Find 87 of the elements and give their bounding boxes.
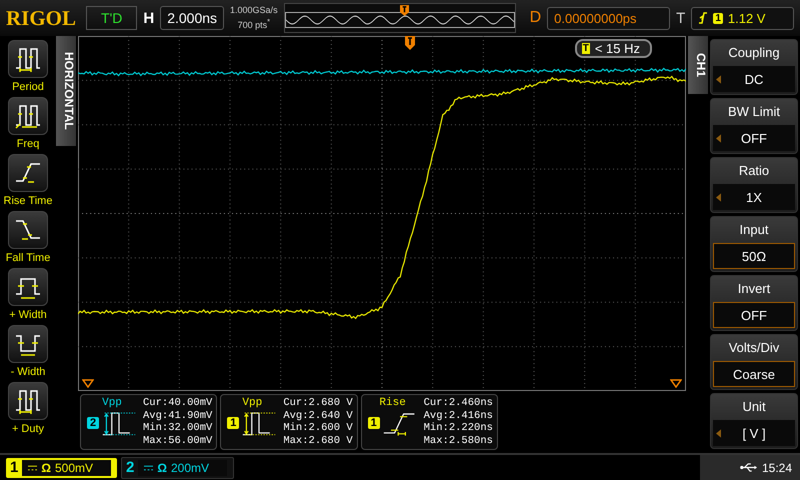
measurement-reading: Cur:2.680 V xyxy=(283,397,353,410)
menu-softkey[interactable]: Coupling DC xyxy=(710,39,798,95)
timebase-value: 2.000ns xyxy=(160,6,224,30)
softkey-title: Volts/Div xyxy=(728,339,780,357)
measure-label: Fall Time xyxy=(6,251,50,266)
measure-label: + Width xyxy=(9,308,47,323)
softkey-value: Coarse xyxy=(733,366,775,382)
measure-button[interactable] xyxy=(8,325,48,363)
measurement-reading: Cur:2.460ns xyxy=(424,397,493,410)
trigger-frequency: < 15 Hz xyxy=(594,41,640,56)
measure-button[interactable] xyxy=(8,268,48,306)
memory-depth: 700 pts$^{*}$ xyxy=(238,16,270,31)
caret-icon xyxy=(716,428,721,438)
trigger-source-badge: 1 xyxy=(713,12,723,24)
measurement-reading: Cur:40.00mV xyxy=(143,397,212,410)
softkey-title: Invert xyxy=(736,280,772,298)
measure-button[interactable] xyxy=(8,40,48,78)
softkey-title: Ratio xyxy=(738,162,770,180)
menu-softkey[interactable]: Volts/Div Coarse xyxy=(710,334,798,390)
softkey-title: Coupling xyxy=(727,44,781,62)
measure-button[interactable] xyxy=(8,154,48,192)
measure-button[interactable] xyxy=(8,97,48,135)
softkey-value: DC xyxy=(744,72,764,86)
channel-badge: 2 xyxy=(86,417,100,429)
trigger-position-icon xyxy=(405,36,415,50)
trigger-level: 1.12 V xyxy=(728,10,766,26)
menu-softkey[interactable]: Input 50Ω xyxy=(710,216,798,272)
softkey-title: Input xyxy=(738,221,770,239)
measure-label: + Duty xyxy=(12,422,44,437)
measurement-reading: Max:56.00mV xyxy=(143,434,212,447)
measurement-reading: Avg:2.416ns xyxy=(424,410,493,422)
measurement-name: Vpp xyxy=(242,397,262,409)
impedance-symbol: Ω xyxy=(157,460,167,474)
marker-triangle-icon xyxy=(670,379,682,388)
sample-rate: 1.000GSa/s xyxy=(230,5,278,16)
measurement-reading: Min:2.600 V xyxy=(283,422,353,434)
caret-icon xyxy=(716,134,721,142)
caret-icon xyxy=(716,74,721,84)
measurement-reading: Min:2.220ns xyxy=(424,422,493,434)
softkey-value: OFF xyxy=(741,130,767,146)
measure-button[interactable] xyxy=(8,211,48,249)
measurement-reading: Max:2.580ns xyxy=(424,434,493,447)
clock-time: 15:24 xyxy=(762,460,792,474)
softkey-title: Unit xyxy=(741,398,767,416)
dc-coupling-icon xyxy=(28,464,38,470)
softkey-value: 1X xyxy=(746,190,762,204)
channel-tab[interactable]: CH1 xyxy=(688,36,708,94)
measure-label: Period xyxy=(12,80,44,95)
menu-softkey[interactable]: Unit [ V ] xyxy=(710,393,798,449)
impedance-symbol: Ω xyxy=(41,460,51,474)
channel-tag[interactable]: 1 Ω 500mV xyxy=(6,458,117,478)
brand-logo: RIGOL xyxy=(6,5,76,31)
measurement-reading: Min:32.00mV xyxy=(143,422,212,434)
delay-value: 0.00000000ps xyxy=(547,6,670,30)
channel-scale: 200mV xyxy=(170,460,209,474)
softkey-value: OFF xyxy=(741,308,767,322)
channel-badge: 1 xyxy=(227,417,240,429)
measurement-reading: Avg:2.640 V xyxy=(283,410,353,422)
trigger-badge: T xyxy=(582,43,590,54)
marker-triangle-icon xyxy=(82,379,94,388)
caret-icon xyxy=(716,192,721,202)
channel-scale: 500mV xyxy=(54,460,93,474)
measure-label: Rise Time xyxy=(4,194,52,209)
menu-softkey[interactable]: BW Limit OFF xyxy=(710,98,798,154)
dc-coupling-icon xyxy=(144,464,154,470)
delay-label: D xyxy=(530,9,542,27)
measure-button[interactable] xyxy=(8,382,48,420)
softkey-title: BW Limit xyxy=(727,103,781,121)
trigger-label: T xyxy=(676,10,686,26)
measurement-name: Vpp xyxy=(102,397,122,409)
measure-label: - Width xyxy=(10,365,46,380)
usb-icon xyxy=(740,463,758,472)
measurement-name: Rise xyxy=(379,397,406,409)
softkey-value: 50Ω xyxy=(742,248,766,264)
menu-softkey[interactable]: Invert OFF xyxy=(710,275,798,331)
rising-edge-icon xyxy=(698,11,708,25)
horizontal-label: H xyxy=(143,10,154,26)
horizontal-tab[interactable]: HORIZONTAL xyxy=(56,36,76,146)
measure-label: Freq xyxy=(16,137,40,152)
channel-tag[interactable]: 2 Ω 200mV xyxy=(121,456,234,478)
channel-badge: 1 xyxy=(368,417,380,429)
measurement-reading: Avg:41.90mV xyxy=(143,410,212,422)
sine-wave-icon xyxy=(284,12,515,28)
menu-softkey[interactable]: Ratio 1X xyxy=(710,157,798,213)
measurement-reading: Max:2.680 V xyxy=(283,434,353,447)
softkey-value: [ V ] xyxy=(742,426,766,440)
run-state: T'D xyxy=(86,6,138,30)
